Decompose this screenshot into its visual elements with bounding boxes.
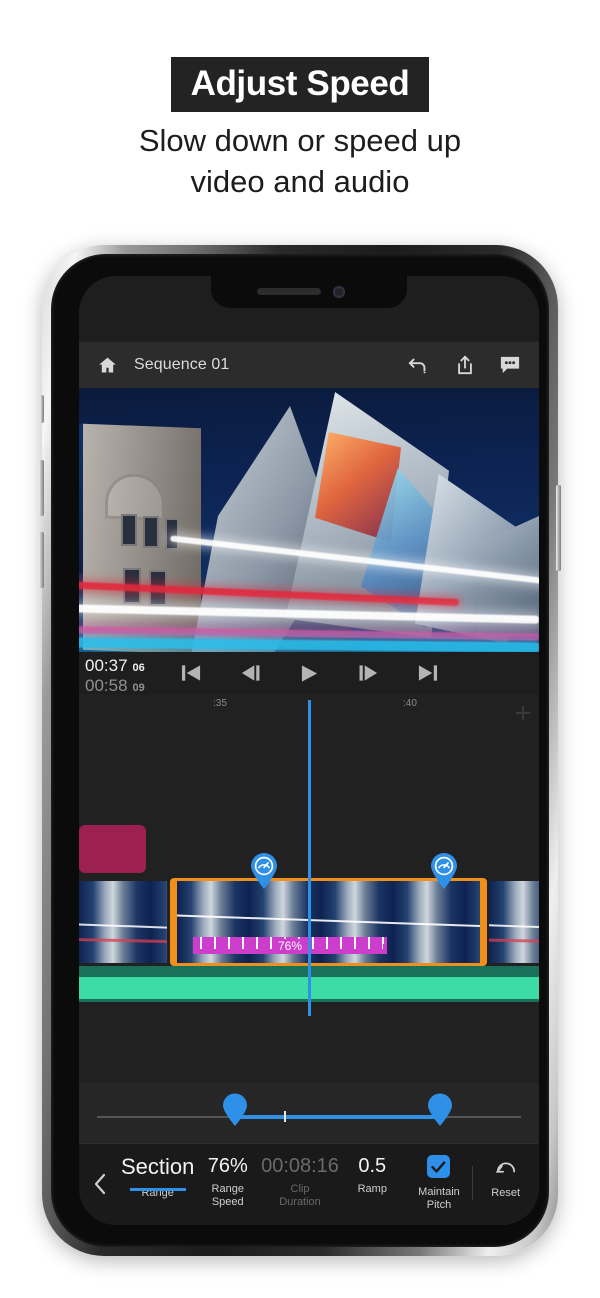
slider-center-tick bbox=[284, 1111, 286, 1122]
toolbar-items: Section Range 76% Range Speed 00:08:16 C… bbox=[121, 1144, 539, 1225]
reset-undo-icon[interactable] bbox=[472, 1155, 539, 1178]
home-icon[interactable] bbox=[97, 355, 118, 376]
ruler-label: :35 bbox=[213, 698, 227, 709]
checkbox-checked-icon[interactable] bbox=[427, 1155, 451, 1178]
promo-title: Adjust Speed bbox=[170, 57, 430, 112]
preview-window bbox=[165, 518, 179, 550]
app-top-bar: Sequence 01 bbox=[79, 342, 539, 388]
preview-window bbox=[121, 514, 137, 546]
promo-subtitle: Slow down or speed up video and audio bbox=[0, 120, 600, 202]
phone-power-button[interactable] bbox=[556, 485, 561, 571]
slider-fill bbox=[234, 1115, 440, 1119]
ramp-value: 0.5 bbox=[358, 1155, 387, 1177]
maintain-pitch-label-1: Maintain bbox=[418, 1186, 460, 1198]
video-preview[interactable] bbox=[79, 388, 539, 652]
active-underline bbox=[129, 1187, 186, 1191]
phone-notch bbox=[211, 276, 407, 308]
playhead[interactable] bbox=[308, 700, 311, 1016]
toolbar-item-clip-duration[interactable]: 00:08:16 Clip Duration bbox=[261, 1144, 339, 1210]
share-icon[interactable] bbox=[455, 354, 475, 376]
transport-buttons bbox=[79, 652, 539, 694]
clip-duration-value: 00:08:16 bbox=[261, 1155, 339, 1177]
phone-bezel: Sequence 01 00:37 06 00:58 09:35:40 76… bbox=[51, 254, 549, 1247]
preview-window bbox=[143, 516, 159, 548]
screenshot-root: Adjust Speed Slow down or speed up video… bbox=[0, 0, 600, 1298]
phone-mute-switch[interactable] bbox=[40, 395, 44, 423]
range-speed-label: Range Speed bbox=[211, 1183, 244, 1209]
speed-value: 76% bbox=[273, 938, 307, 953]
comment-icon[interactable] bbox=[499, 355, 521, 375]
earpiece-speaker bbox=[257, 288, 321, 295]
sequence-title: Sequence 01 bbox=[134, 356, 230, 373]
timeline[interactable]: :35 :40 76% bbox=[79, 694, 539, 1083]
ruler-label: :40 bbox=[403, 698, 417, 709]
slider-handle-right[interactable] bbox=[426, 1093, 454, 1127]
maintain-pitch-label-2: Pitch bbox=[426, 1199, 452, 1212]
toolbar-item-maintain-pitch[interactable]: Maintain Pitch bbox=[406, 1144, 473, 1213]
plus-icon[interactable] bbox=[516, 706, 530, 720]
thumb-light-trail bbox=[489, 938, 539, 943]
chevron-left-icon[interactable] bbox=[91, 1172, 109, 1196]
promo-title-container: Adjust Speed bbox=[0, 57, 600, 112]
title-clip[interactable] bbox=[79, 825, 146, 873]
phone-screen: Sequence 01 00:37 06 00:58 09:35:40 76… bbox=[79, 276, 539, 1225]
slider-handle-left[interactable] bbox=[221, 1093, 249, 1127]
toolbar-item-reset[interactable]: Reset bbox=[472, 1144, 539, 1200]
range-value: Section bbox=[121, 1154, 195, 1179]
range-speed-value: 76% bbox=[207, 1155, 248, 1177]
range-slider[interactable] bbox=[79, 1083, 539, 1143]
speed-pin-start[interactable] bbox=[249, 852, 279, 890]
thumb-light-trail bbox=[177, 914, 480, 930]
phone-frame: Sequence 01 00:37 06 00:58 09:35:40 76… bbox=[39, 245, 561, 1256]
speed-pin-end[interactable] bbox=[429, 852, 459, 890]
ramp-label: Ramp bbox=[357, 1183, 387, 1195]
toolbar-divider bbox=[472, 1166, 473, 1200]
reset-label: Reset bbox=[491, 1187, 521, 1199]
play-icon[interactable] bbox=[296, 662, 322, 684]
thumb-light-trail bbox=[79, 923, 167, 929]
clip-thumbnails-left[interactable] bbox=[79, 881, 167, 963]
toolbar-item-range[interactable]: Section Range bbox=[121, 1144, 194, 1201]
phone-volume-down[interactable] bbox=[39, 532, 44, 588]
speed-bar[interactable]: 76% bbox=[193, 937, 387, 954]
skip-back-icon[interactable] bbox=[178, 662, 204, 684]
skip-forward-icon[interactable] bbox=[414, 662, 440, 684]
toolbar-item-ramp[interactable]: 0.5 Ramp bbox=[339, 1144, 406, 1196]
undo-icon[interactable] bbox=[407, 355, 431, 375]
promo-subtitle-line2: video and audio bbox=[190, 164, 410, 200]
clip-duration-label: Clip Duration bbox=[279, 1183, 321, 1209]
thumb-light-trail bbox=[79, 937, 167, 944]
front-camera bbox=[333, 286, 345, 298]
clip-thumbnails-right[interactable] bbox=[489, 881, 539, 963]
promo-subtitle-line1: Slow down or speed up bbox=[138, 123, 462, 158]
speed-toolbar: Section Range 76% Range Speed 00:08:16 C… bbox=[79, 1143, 539, 1225]
step-back-icon[interactable] bbox=[237, 662, 263, 684]
phone-volume-up[interactable] bbox=[39, 460, 44, 516]
toolbar-item-range-speed[interactable]: 76% Range Speed bbox=[194, 1144, 261, 1210]
transport-bar: 00:37 06 00:58 09 bbox=[79, 652, 539, 695]
thumb-light-trail bbox=[489, 923, 539, 929]
step-forward-icon[interactable] bbox=[355, 662, 381, 684]
